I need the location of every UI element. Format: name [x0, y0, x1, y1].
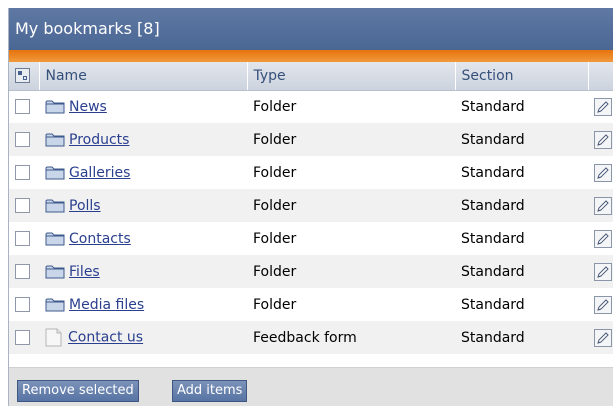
row-edit-cell[interactable] [588, 222, 613, 255]
accent-bar [9, 50, 613, 62]
row-type: Folder [247, 255, 455, 288]
folder-icon [45, 100, 65, 114]
row-edit-cell[interactable] [588, 189, 613, 222]
bookmarks-table: Name Type Section News Folder Standard Prod… [9, 62, 613, 354]
row-name-cell: Products [39, 123, 247, 156]
invert-selection-icon[interactable] [15, 68, 30, 84]
edit-icon[interactable] [594, 262, 612, 281]
row-checkbox-cell[interactable] [9, 123, 39, 156]
row-checkbox[interactable] [15, 264, 30, 279]
row-section: Standard [455, 321, 588, 354]
row-type: Folder [247, 156, 455, 189]
row-type: Folder [247, 288, 455, 321]
row-section: Standard [455, 288, 588, 321]
action-footer: Remove selected Add items [9, 367, 613, 406]
column-header-actions [588, 62, 613, 91]
row-checkbox-cell[interactable] [9, 288, 39, 321]
column-header-name: Name [39, 62, 248, 91]
edit-icon[interactable] [594, 97, 612, 116]
row-section: Standard [455, 189, 588, 222]
row-type: Folder [247, 189, 455, 222]
row-edit-cell[interactable] [588, 255, 613, 288]
bookmark-link[interactable]: Products [69, 132, 129, 148]
column-header-type: Type [247, 62, 456, 91]
row-section: Standard [455, 90, 588, 123]
row-checkbox[interactable] [15, 297, 30, 312]
table-row: Galleries Folder Standard [9, 156, 613, 189]
row-checkbox[interactable] [15, 99, 30, 115]
table-row: Files Folder Standard [9, 255, 613, 288]
table-row: News Folder Standard [9, 90, 613, 123]
bookmark-link[interactable]: Files [69, 264, 100, 280]
row-type: Folder [247, 222, 455, 255]
row-checkbox-cell[interactable] [9, 90, 39, 123]
bookmark-link[interactable]: News [69, 99, 107, 115]
row-checkbox-cell[interactable] [9, 321, 39, 354]
row-section: Standard [455, 222, 588, 255]
row-checkbox[interactable] [15, 330, 30, 345]
table-row: Contact us Feedback form Standard [9, 321, 613, 354]
toggle-selection-cell[interactable] [9, 62, 40, 91]
row-edit-cell[interactable] [588, 321, 613, 354]
row-edit-cell[interactable] [588, 156, 613, 189]
row-checkbox-cell[interactable] [9, 156, 39, 189]
row-section: Standard [455, 123, 588, 156]
row-type: Folder [247, 123, 455, 156]
bookmarks-panel: My bookmarks [8] Name Type Section News F… [8, 8, 613, 406]
table-row: Polls Folder Standard [9, 189, 613, 222]
bookmark-link[interactable]: Galleries [69, 165, 130, 181]
row-name-cell: Contact us [39, 321, 247, 354]
row-section: Standard [455, 255, 588, 288]
row-name-cell: Contacts [39, 222, 247, 255]
folder-icon [45, 298, 65, 312]
remove-selected-button[interactable]: Remove selected [17, 380, 139, 402]
row-checkbox-cell[interactable] [9, 222, 39, 255]
row-edit-cell[interactable] [588, 288, 613, 321]
row-name-cell: Files [39, 255, 247, 288]
table-header-row: Name Type Section [9, 62, 613, 91]
folder-icon [45, 232, 65, 246]
row-checkbox[interactable] [15, 198, 30, 213]
folder-icon [45, 265, 65, 279]
folder-icon [45, 133, 65, 147]
folder-icon [45, 199, 65, 213]
bookmark-link[interactable]: Polls [69, 198, 101, 214]
row-checkbox[interactable] [15, 132, 30, 147]
column-header-section: Section [455, 62, 589, 91]
panel-title: My bookmarks [8] [9, 8, 613, 50]
row-name-cell: Polls [39, 189, 247, 222]
edit-icon[interactable] [594, 130, 612, 149]
row-checkbox-cell[interactable] [9, 189, 39, 222]
row-checkbox[interactable] [15, 165, 30, 180]
row-name-cell: Media files [39, 288, 247, 321]
folder-icon [45, 166, 65, 180]
add-items-button[interactable]: Add items [172, 380, 248, 402]
row-checkbox-cell[interactable] [9, 255, 39, 288]
bookmark-link[interactable]: Contact us [68, 330, 143, 346]
document-icon [45, 328, 62, 347]
edit-icon[interactable] [594, 163, 612, 182]
table-row: Media files Folder Standard [9, 288, 613, 321]
edit-icon[interactable] [594, 328, 612, 347]
edit-icon[interactable] [594, 295, 612, 314]
row-edit-cell[interactable] [588, 123, 613, 156]
table-row: Contacts Folder Standard [9, 222, 613, 255]
row-section: Standard [455, 156, 588, 189]
edit-icon[interactable] [594, 196, 612, 215]
row-checkbox[interactable] [15, 231, 30, 246]
table-row: Products Folder Standard [9, 123, 613, 156]
edit-icon[interactable] [594, 229, 612, 248]
row-type: Feedback form [247, 321, 455, 354]
row-edit-cell[interactable] [588, 90, 613, 123]
bookmark-link[interactable]: Media files [69, 297, 144, 313]
row-type: Folder [247, 90, 455, 123]
row-name-cell: News [39, 90, 247, 123]
bookmark-link[interactable]: Contacts [69, 231, 131, 247]
row-name-cell: Galleries [39, 156, 247, 189]
